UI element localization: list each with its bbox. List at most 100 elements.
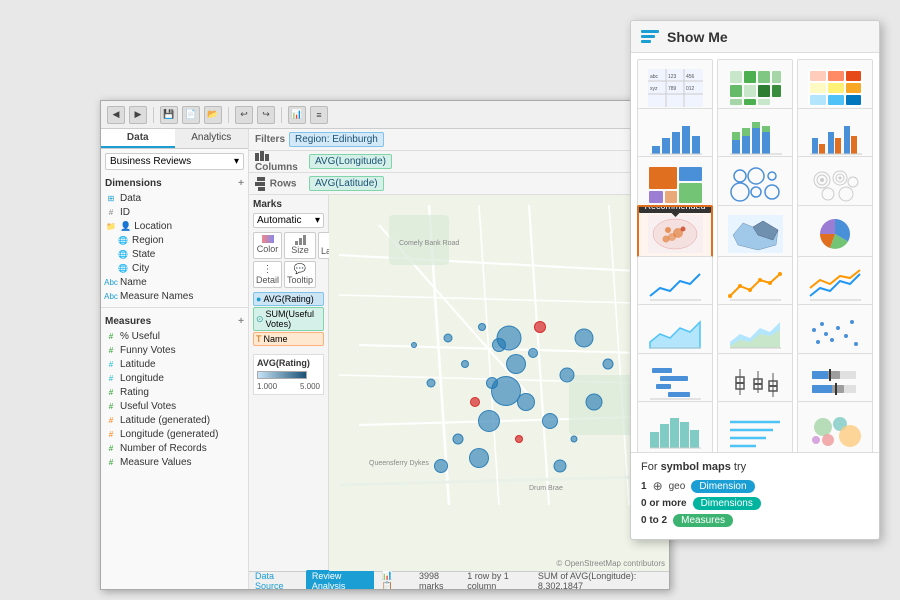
status-review-tab[interactable]: Review Analysis <box>306 570 374 590</box>
dim-state[interactable]: 🌐 State <box>105 247 244 261</box>
add-dimension-icon[interactable]: + <box>238 178 244 189</box>
dim-id[interactable]: # ID <box>105 205 244 219</box>
legend-labels: 1.000 5.000 <box>257 382 320 391</box>
new-btn[interactable]: 📄 <box>182 106 200 124</box>
svg-text:Drum Brae: Drum Brae <box>529 485 563 492</box>
measures-header: Measures + <box>101 312 248 329</box>
marks-field-useful[interactable]: ⊙ SUM(Useful Votes) <box>253 307 324 331</box>
map-dot-11 <box>444 333 453 342</box>
map-area[interactable]: Comely Bank Road Queensferry Dykes Drum … <box>329 195 669 571</box>
dim-region[interactable]: 🌐 Region <box>105 233 244 247</box>
measure-funny-votes[interactable]: # Funny Votes <box>105 343 244 357</box>
size-dot-icon: ⊙ <box>256 314 264 325</box>
sidebar-tabs: Data Analytics <box>101 129 248 149</box>
measure-pct-useful[interactable]: # % Useful <box>105 329 244 343</box>
measure-values[interactable]: # Measure Values <box>105 455 244 469</box>
dim-city[interactable]: 🌐 City <box>105 261 244 275</box>
undo-btn[interactable]: ↩ <box>235 106 253 124</box>
chart-type-btn[interactable]: 📊 <box>288 106 306 124</box>
color-btn[interactable]: Color <box>253 232 282 259</box>
redo-btn[interactable]: ↪ <box>257 106 275 124</box>
map-dot-red-2 <box>470 397 480 407</box>
show-me-panel: Show Me abc 123 456 xyz 789 012 <box>630 20 880 540</box>
filters-row: Filters Region: Edinburgh <box>249 129 669 151</box>
back-btn[interactable]: ◀ <box>107 106 125 124</box>
map-dot-8 <box>478 410 500 432</box>
data-source-label: Business Reviews <box>110 156 191 167</box>
chart-filled-map[interactable] <box>717 205 793 263</box>
rows-shelf: Rows AVG(Latitude) <box>249 173 669 195</box>
measure-num-records[interactable]: # Number of Records <box>105 441 244 455</box>
size-btn[interactable]: Size <box>284 232 316 259</box>
svg-text:123: 123 <box>668 74 677 80</box>
measure-useful-votes[interactable]: # Useful Votes <box>105 399 244 413</box>
chart-histogram[interactable] <box>637 401 713 452</box>
toolbar-sep-3 <box>281 107 282 123</box>
column-pill-longitude[interactable]: AVG(Longitude) <box>309 154 392 169</box>
legend-max: 5.000 <box>300 382 320 391</box>
forward-btn[interactable]: ▶ <box>129 106 147 124</box>
svg-text:Queensferry Dykes: Queensferry Dykes <box>369 460 429 467</box>
map-dot-14 <box>469 448 489 468</box>
marks-type-chevron: ▾ <box>315 215 320 226</box>
svg-text:abc: abc <box>650 74 659 80</box>
map-dot-large <box>491 376 521 406</box>
footer-num-3: 0 to 2 <box>641 515 667 526</box>
marks-field-rating[interactable]: ● AVG(Rating) <box>253 292 324 306</box>
footer-row-1: 1 ⊕ geo Dimension <box>641 479 869 493</box>
legend-color-bar <box>257 371 307 379</box>
svg-text:xyz: xyz <box>650 86 658 92</box>
geo-state-icon: 🌐 <box>117 248 129 260</box>
map-dot-5 <box>497 325 522 350</box>
marks-buttons: Color Size T Label <box>253 232 324 288</box>
legend: AVG(Rating) 1.000 5.000 <box>253 354 324 395</box>
tooltip-btn[interactable]: 💬 Tooltip <box>284 261 316 288</box>
abc-measure-icon: Abc <box>105 290 117 302</box>
measures-pill: Measures <box>673 514 733 527</box>
chart-symbol-map[interactable]: Recommended <box>637 205 713 263</box>
chart-bubble[interactable] <box>797 401 873 452</box>
marks-field-name[interactable]: T Name <box>253 332 324 346</box>
measure-longitude[interactable]: # Longitude <box>105 371 244 385</box>
footer-row-2: 0 or more Dimensions <box>641 497 869 510</box>
status-data-source[interactable]: Data Source <box>255 571 298 590</box>
chart-pie[interactable] <box>797 205 873 263</box>
dim-name[interactable]: Abc Name <box>105 275 244 289</box>
marks-label: Marks <box>253 199 324 210</box>
measure-latitude[interactable]: # Latitude <box>105 357 244 371</box>
chart-multi-hist[interactable] <box>717 401 793 452</box>
tab-analytics[interactable]: Analytics <box>175 129 249 148</box>
marks-type-selector[interactable]: Automatic ▾ <box>253 213 324 228</box>
map-copyright: © OpenStreetMap contributors <box>556 559 665 568</box>
hash-icon: # <box>105 206 117 218</box>
detail-btn[interactable]: ⋮ Detail <box>253 261 282 288</box>
show-me-btn[interactable]: ≡ <box>310 106 328 124</box>
row-pill-latitude[interactable]: AVG(Latitude) <box>309 176 384 191</box>
measure-lon-gen[interactable]: # Longitude (generated) <box>105 427 244 441</box>
measure-icon-10: # <box>105 456 117 468</box>
toolbar: ◀ ▶ 💾 📄 📂 ↩ ↪ 📊 ≡ <box>101 101 669 129</box>
save-btn[interactable]: 💾 <box>160 106 178 124</box>
legend-min: 1.000 <box>257 382 277 391</box>
data-source-selector[interactable]: Business Reviews ▾ <box>105 153 244 170</box>
dim-measure-names[interactable]: Abc Measure Names <box>105 289 244 303</box>
geo-region-icon: 🌐 <box>117 234 129 246</box>
geo-city-icon: 🌐 <box>117 262 129 274</box>
open-btn[interactable]: 📂 <box>204 106 222 124</box>
map-dot-22 <box>575 328 594 347</box>
dim-data[interactable]: ⊞ Data <box>105 191 244 205</box>
show-me-chart-grid: abc 123 456 xyz 789 012 <box>631 53 879 452</box>
filter-region[interactable]: Region: Edinburgh <box>289 132 384 147</box>
measure-lat-gen[interactable]: # Latitude (generated) <box>105 413 244 427</box>
show-me-icon-line-3 <box>641 40 651 43</box>
toolbar-sep-2 <box>228 107 229 123</box>
measure-icon-3: # <box>105 358 117 370</box>
legend-title: AVG(Rating) <box>257 358 320 368</box>
map-dot-20 <box>602 359 613 370</box>
add-measure-icon[interactable]: + <box>238 316 244 327</box>
tab-data[interactable]: Data <box>101 129 175 148</box>
measure-rating[interactable]: # Rating <box>105 385 244 399</box>
status-info1: 1 row by 1 column <box>467 571 530 590</box>
measure-icon-8: # <box>105 428 117 440</box>
dim-location[interactable]: 📁 👤 Location <box>105 219 244 233</box>
